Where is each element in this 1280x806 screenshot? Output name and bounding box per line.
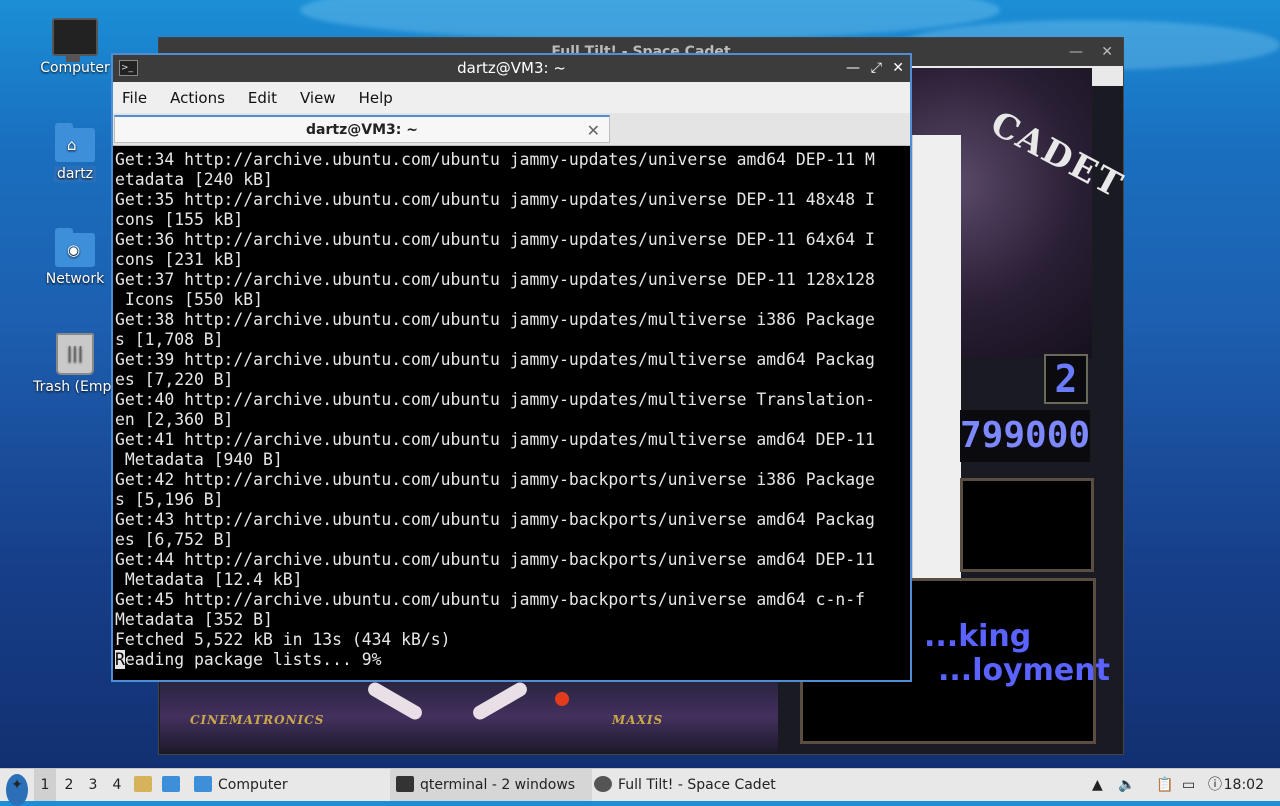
pinball-ball bbox=[555, 692, 569, 706]
terminal-window-title: dartz@VM3: ~ bbox=[457, 59, 566, 77]
terminal-icon bbox=[396, 776, 414, 792]
menu-actions[interactable]: Actions bbox=[170, 89, 225, 107]
maximize-icon[interactable]: ⤢ bbox=[871, 55, 882, 82]
file-manager-launcher[interactable] bbox=[134, 769, 158, 801]
terminal-line: s [5,196 B] bbox=[115, 490, 224, 509]
terminal-line: es [6,752 B] bbox=[115, 530, 234, 549]
terminal-line: Get:42 http://archive.ubuntu.com/ubuntu … bbox=[115, 470, 875, 489]
terminal-progress-text: eading package lists... 9% bbox=[124, 650, 382, 669]
minimize-icon[interactable]: — bbox=[846, 55, 860, 82]
desktop-icon-home[interactable]: ⌂ dartz bbox=[27, 123, 123, 182]
terminal-line: cons [231 kB] bbox=[115, 250, 244, 269]
clock[interactable]: 18:02 bbox=[1224, 769, 1264, 801]
wallpaper-wave bbox=[300, 0, 1000, 40]
terminal-menubar: File Actions Edit View Help bbox=[113, 82, 910, 113]
computer-icon bbox=[52, 18, 98, 62]
terminal-line: Icons [550 kB] bbox=[115, 290, 264, 309]
taskbar: ✦ 1 2 3 4 Computer qterminal - 2 windows… bbox=[0, 768, 1280, 806]
score-display: 799000 bbox=[960, 410, 1090, 462]
folder-icon bbox=[194, 776, 212, 792]
gray-panel bbox=[912, 135, 961, 613]
terminal-cursor: R bbox=[115, 650, 125, 669]
terminal-output[interactable]: Get:34 http://archive.ubuntu.com/ubuntu … bbox=[113, 146, 910, 670]
terminal-tabbar: dartz@VM3: ~ ✕ bbox=[113, 113, 910, 146]
mission-text-line: ...loyment bbox=[938, 653, 1110, 688]
terminal-line: Get:43 http://archive.ubuntu.com/ubuntu … bbox=[115, 510, 875, 529]
menu-help[interactable]: Help bbox=[359, 89, 393, 107]
trash-icon: ||| bbox=[56, 333, 94, 375]
terminal-line: es [7,220 B] bbox=[115, 370, 234, 389]
terminal-line: Get:39 http://archive.ubuntu.com/ubuntu … bbox=[115, 350, 875, 369]
terminal-line: etadata [240 kB] bbox=[115, 170, 273, 189]
start-menu-icon[interactable]: ✦ bbox=[6, 774, 28, 806]
minimize-icon[interactable]: — bbox=[1069, 38, 1083, 66]
right-flipper bbox=[470, 679, 530, 723]
update-notifier-icon[interactable]: ⓘ bbox=[1208, 769, 1222, 801]
terminal-line: Metadata [12.4 kB] bbox=[115, 570, 303, 589]
close-icon[interactable]: ✕ bbox=[892, 55, 904, 82]
network-icon[interactable]: ▭ bbox=[1182, 769, 1195, 801]
info-panel bbox=[960, 478, 1094, 572]
terminal-line: en [2,360 B] bbox=[115, 410, 234, 429]
terminal-line: Get:40 http://archive.ubuntu.com/ubuntu … bbox=[115, 390, 875, 409]
task-label: Full Tilt! - Space Cadet bbox=[618, 777, 776, 793]
desktop-icon-label: Trash (Empt bbox=[33, 379, 117, 395]
show-desktop-launcher[interactable] bbox=[162, 769, 186, 801]
terminal-titlebar[interactable]: >_ dartz@VM3: ~ — ⤢ ✕ bbox=[113, 55, 910, 82]
menu-file[interactable]: File bbox=[122, 89, 147, 107]
task-label: qterminal - 2 windows bbox=[420, 777, 576, 793]
mission-text: ...king ...loyment bbox=[914, 620, 1110, 688]
workspace-4[interactable]: 4 bbox=[106, 769, 128, 801]
workspace-3[interactable]: 3 bbox=[82, 769, 104, 801]
task-space-cadet[interactable]: Full Tilt! - Space Cadet bbox=[594, 769, 776, 801]
desktop-icon-label: dartz bbox=[53, 166, 97, 182]
terminal-line: Get:35 http://archive.ubuntu.com/ubuntu … bbox=[115, 190, 875, 209]
terminal-line: cons [155 kB] bbox=[115, 210, 244, 229]
terminal-line: Get:37 http://archive.ubuntu.com/ubuntu … bbox=[115, 270, 875, 289]
close-icon[interactable]: ✕ bbox=[1101, 38, 1113, 66]
terminal-window[interactable]: >_ dartz@VM3: ~ — ⤢ ✕ File Actions Edit … bbox=[111, 53, 912, 682]
terminal-line: Get:44 http://archive.ubuntu.com/ubuntu … bbox=[115, 550, 875, 569]
tray-up-icon[interactable]: ▲ bbox=[1092, 769, 1103, 801]
terminal-line: Get:45 http://archive.ubuntu.com/ubuntu … bbox=[115, 590, 865, 609]
computer-launcher-label: Computer bbox=[218, 777, 288, 793]
left-flipper bbox=[365, 679, 425, 723]
mission-text-line: ...king bbox=[924, 619, 1032, 654]
terminal-line: Metadata [940 B] bbox=[115, 450, 283, 469]
workspace-1[interactable]: 1 bbox=[34, 769, 56, 801]
file-manager-icon bbox=[134, 776, 152, 792]
home-folder-icon: ⌂ bbox=[55, 123, 95, 162]
tab-terminal[interactable]: dartz@VM3: ~ ✕ bbox=[114, 115, 610, 143]
ball-number-display: 2 bbox=[1044, 354, 1088, 404]
desktop-icon-network[interactable]: ◉ Network bbox=[27, 228, 123, 287]
brand-maxis: MAXIS bbox=[612, 713, 664, 727]
brand-cinematronics: CINEMATRONICS bbox=[190, 713, 325, 727]
menu-view[interactable]: View bbox=[300, 89, 336, 107]
terminal-line: Get:34 http://archive.ubuntu.com/ubuntu … bbox=[115, 150, 875, 169]
terminal-line: Get:41 http://archive.ubuntu.com/ubuntu … bbox=[115, 430, 875, 449]
terminal-line: Get:36 http://archive.ubuntu.com/ubuntu … bbox=[115, 230, 875, 249]
network-folder-icon: ◉ bbox=[55, 228, 95, 267]
terminal-line: Reading package lists... 9% bbox=[115, 650, 910, 670]
desktop-icon-label: Computer bbox=[40, 60, 110, 76]
desktop-icon-label: Network bbox=[45, 271, 105, 287]
menu-edit[interactable]: Edit bbox=[248, 89, 277, 107]
pinball-icon bbox=[594, 776, 612, 792]
clipboard-icon[interactable]: 📋 bbox=[1156, 769, 1173, 801]
computer-launcher[interactable]: Computer bbox=[194, 769, 288, 801]
workspace-2[interactable]: 2 bbox=[58, 769, 80, 801]
terminal-line: s [1,708 B] bbox=[115, 330, 224, 349]
tab-close-icon[interactable]: ✕ bbox=[587, 117, 600, 144]
terminal-line: Fetched 5,522 kB in 13s (434 kB/s) bbox=[115, 630, 451, 649]
desktop-icon bbox=[162, 776, 180, 792]
terminal-line: Get:38 http://archive.ubuntu.com/ubuntu … bbox=[115, 310, 875, 329]
task-qterminal[interactable]: qterminal - 2 windows bbox=[390, 769, 592, 801]
terminal-icon: >_ bbox=[119, 60, 138, 76]
terminal-line: Metadata [352 B] bbox=[115, 610, 273, 629]
volume-icon[interactable]: 🔈 bbox=[1118, 769, 1135, 801]
tab-label: dartz@VM3: ~ bbox=[306, 122, 418, 138]
desktop-icon-computer[interactable]: Computer bbox=[27, 18, 123, 76]
desktop-icon-trash[interactable]: ||| Trash (Empt bbox=[27, 333, 123, 395]
